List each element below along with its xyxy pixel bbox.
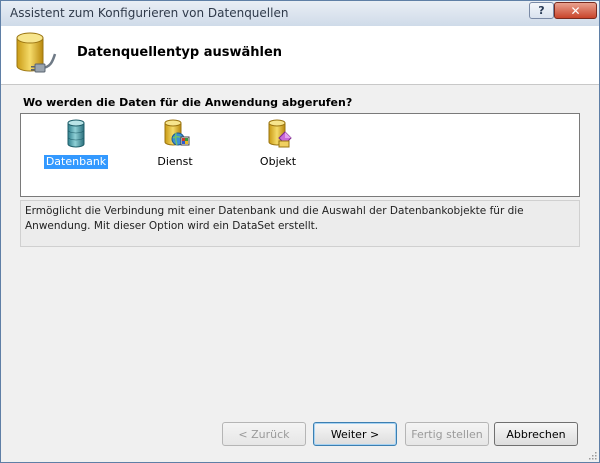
window-title: Assistent zum Konfigurieren von Datenque… [10,6,289,20]
database-connector-icon [16,32,57,73]
back-button[interactable]: < Zurück [222,422,306,446]
source-type-database[interactable]: Datenbank [41,118,111,169]
source-type-list[interactable]: Datenbank Dienst Objekt [20,113,580,197]
resize-grip-icon[interactable] [587,450,597,460]
source-type-label: Objekt [259,155,297,168]
title-bar[interactable]: Assistent zum Konfigurieren von Datenque… [1,1,599,27]
help-button[interactable]: ? [529,2,554,19]
database-object-icon [268,119,292,148]
source-type-object[interactable]: Objekt [243,118,313,169]
finish-button[interactable]: Fertig stellen [405,422,489,446]
source-type-label: Datenbank [43,155,109,169]
question-label: Wo werden die Daten für die Anwendung ab… [23,96,353,109]
wizard-header: Datenquellentyp auswählen [1,26,599,85]
page-title: Datenquellentyp auswählen [77,45,283,60]
source-type-service[interactable]: Dienst [140,118,210,169]
wizard-window: Assistent zum Konfigurieren von Datenque… [0,0,600,463]
description-text: Ermöglicht die Verbindung mit einer Date… [20,200,580,247]
button-row: < Zurück Weiter > Fertig stellen Abbrech… [1,422,599,448]
cancel-button[interactable]: Abbrechen [494,422,578,446]
close-button[interactable]: ✕ [554,2,597,19]
next-button[interactable]: Weiter > [313,422,397,446]
database-cylinder-icon [67,119,85,148]
source-type-label: Dienst [157,155,193,168]
database-service-icon [164,119,190,146]
